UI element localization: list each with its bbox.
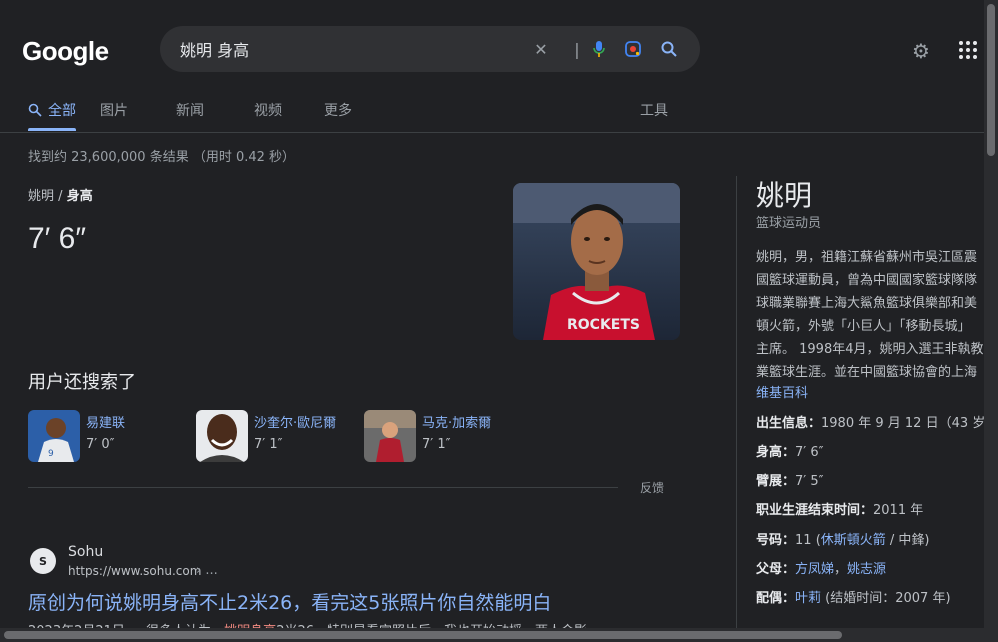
breadcrumb-entity[interactable]: 姚明 xyxy=(28,189,54,204)
svg-text:9: 9 xyxy=(48,449,54,459)
fact-career-end: 职业生涯结束时间：2011 年 xyxy=(756,499,923,518)
fact-label[interactable]: 臂展： xyxy=(756,474,795,489)
tab-all[interactable]: 全部 xyxy=(28,96,100,124)
svg-text:ROCKETS: ROCKETS xyxy=(567,317,640,333)
tab-label: 新闻 xyxy=(176,103,204,119)
breadcrumb-attribute: 身高 xyxy=(66,189,93,204)
team-link[interactable]: 休斯頓火箭 xyxy=(821,533,886,548)
player-name[interactable]: 马克·加索爾 xyxy=(422,412,491,431)
tab-videos[interactable]: 视频 xyxy=(254,96,324,124)
fact-wingspan: 臂展：7′ 5″ xyxy=(756,470,824,489)
fact-value: 7′ 6″ xyxy=(795,445,824,460)
people-also-search-title: 用户还搜索了 xyxy=(28,372,136,393)
fact-number: 号码：11 (休斯頓火箭 / 中鋒) xyxy=(756,529,930,548)
tab-more[interactable]: 更多 xyxy=(324,96,352,124)
knowledge-panel-title[interactable]: 姚明 xyxy=(756,174,812,214)
fact-value: 1980 年 9 月 12 日（43 岁） xyxy=(821,416,998,431)
fact-label[interactable]: 号码： xyxy=(756,533,795,548)
search-tabs: 全部 图片 新闻 视频 更多 xyxy=(28,96,352,132)
active-tab-indicator xyxy=(28,128,76,131)
tab-label: 视频 xyxy=(254,103,282,119)
fact-label[interactable]: 出生信息： xyxy=(756,416,821,431)
search-icon xyxy=(28,103,42,117)
tab-label: 更多 xyxy=(324,103,352,119)
fact-spouse: 配偶：叶莉 (结婚时间：2007 年) xyxy=(756,587,951,606)
site-url[interactable]: https://www.sohu.com xyxy=(68,564,201,578)
knowledge-panel-divider xyxy=(736,176,737,642)
fact-height: 身高：7′ 6″ xyxy=(756,441,824,460)
horizontal-scrollbar-thumb[interactable] xyxy=(4,631,842,639)
fact-birth: 出生信息：1980 年 9 月 12 日（43 岁） xyxy=(756,412,998,431)
tab-images[interactable]: 图片 xyxy=(100,96,176,124)
result-title-link[interactable]: 原创为何说姚明身高不止2米26，看完这5张照片你自然能明白 xyxy=(28,588,551,615)
clear-icon[interactable]: ✕ xyxy=(530,38,552,60)
search-icon[interactable] xyxy=(658,38,680,60)
pas-item-marc-gasol[interactable]: 马克·加索爾 7′ 1″ xyxy=(364,410,491,464)
fact-parents: 父母：方凤娣，姚志源 xyxy=(756,558,886,577)
parent-link-father[interactable]: 姚志源 xyxy=(847,562,886,577)
knowledge-panel-description: 姚明，男，祖籍江蘇省蘇州市吳江區震 國籃球運動員，曾為中國國家籃球隊隊 球職業聯… xyxy=(756,250,984,380)
pas-item-shaquille-oneal[interactable]: 沙奎尔·歐尼爾 7′ 1″ xyxy=(196,410,336,464)
fact-value: 11 ( xyxy=(795,533,821,548)
player-height: 7′ 1″ xyxy=(422,437,451,452)
search-box: ✕ | xyxy=(160,26,700,72)
player-height: 7′ 1″ xyxy=(254,437,283,452)
spouse-link[interactable]: 叶莉 xyxy=(795,591,821,606)
site-name[interactable]: Sohu xyxy=(68,544,103,560)
breadcrumb: 姚明 / 身高 xyxy=(28,185,93,204)
vertical-scrollbar-thumb[interactable] xyxy=(987,4,995,156)
keyboard-divider: | xyxy=(574,39,580,59)
pas-item-yi-jianlian[interactable]: 9 易建联 7′ 0″ xyxy=(28,410,125,464)
search-input[interactable] xyxy=(180,36,520,62)
feedback-link[interactable]: 反馈 xyxy=(640,479,664,496)
fact-value: 2011 年 xyxy=(873,503,924,518)
fact-value: / 中鋒) xyxy=(885,533,930,548)
settings-gear-icon[interactable]: ⚙ xyxy=(908,38,934,64)
player-name[interactable]: 沙奎尔·歐尼爾 xyxy=(254,412,336,431)
fact-label[interactable]: 职业生涯结束时间： xyxy=(756,503,873,518)
player-name[interactable]: 易建联 xyxy=(86,412,125,431)
tab-news[interactable]: 新闻 xyxy=(176,96,254,124)
fact-label[interactable]: 父母： xyxy=(756,562,795,577)
fact-value: 7′ 5″ xyxy=(795,474,824,489)
site-favicon[interactable]: S xyxy=(30,548,56,574)
fact-label[interactable]: 配偶： xyxy=(756,591,795,606)
google-logo[interactable]: Google xyxy=(22,34,118,68)
apps-grid-icon[interactable] xyxy=(954,36,982,64)
player-thumbnail xyxy=(196,410,248,462)
parent-link-mother[interactable]: 方凤娣 xyxy=(795,562,834,577)
lens-icon[interactable] xyxy=(622,38,644,60)
tools-button[interactable]: 工具 xyxy=(640,100,668,120)
player-height: 7′ 0″ xyxy=(86,437,115,452)
player-photo[interactable]: ROCKETS xyxy=(513,183,680,340)
wikipedia-link[interactable]: 维基百科 xyxy=(756,382,808,401)
section-divider xyxy=(28,487,618,488)
result-url-more[interactable]: › ... xyxy=(196,563,218,578)
result-stats: 找到约 23,600,000 条结果 （用时 0.42 秒） xyxy=(28,150,296,165)
player-thumbnail xyxy=(364,410,416,462)
answer-value: 7′ 6″ xyxy=(28,222,86,255)
mic-icon[interactable] xyxy=(588,38,610,60)
knowledge-panel-subtitle: 篮球运动员 xyxy=(756,216,822,231)
player-thumbnail: 9 xyxy=(28,410,80,462)
fact-value: (结婚时间：2007 年) xyxy=(821,591,951,606)
breadcrumb-separator: / xyxy=(58,189,63,204)
fact-label[interactable]: 身高： xyxy=(756,445,795,460)
tab-label: 图片 xyxy=(100,103,128,119)
fact-separator: ， xyxy=(834,562,848,577)
header-divider xyxy=(0,132,984,133)
tab-label: 全部 xyxy=(48,103,76,119)
